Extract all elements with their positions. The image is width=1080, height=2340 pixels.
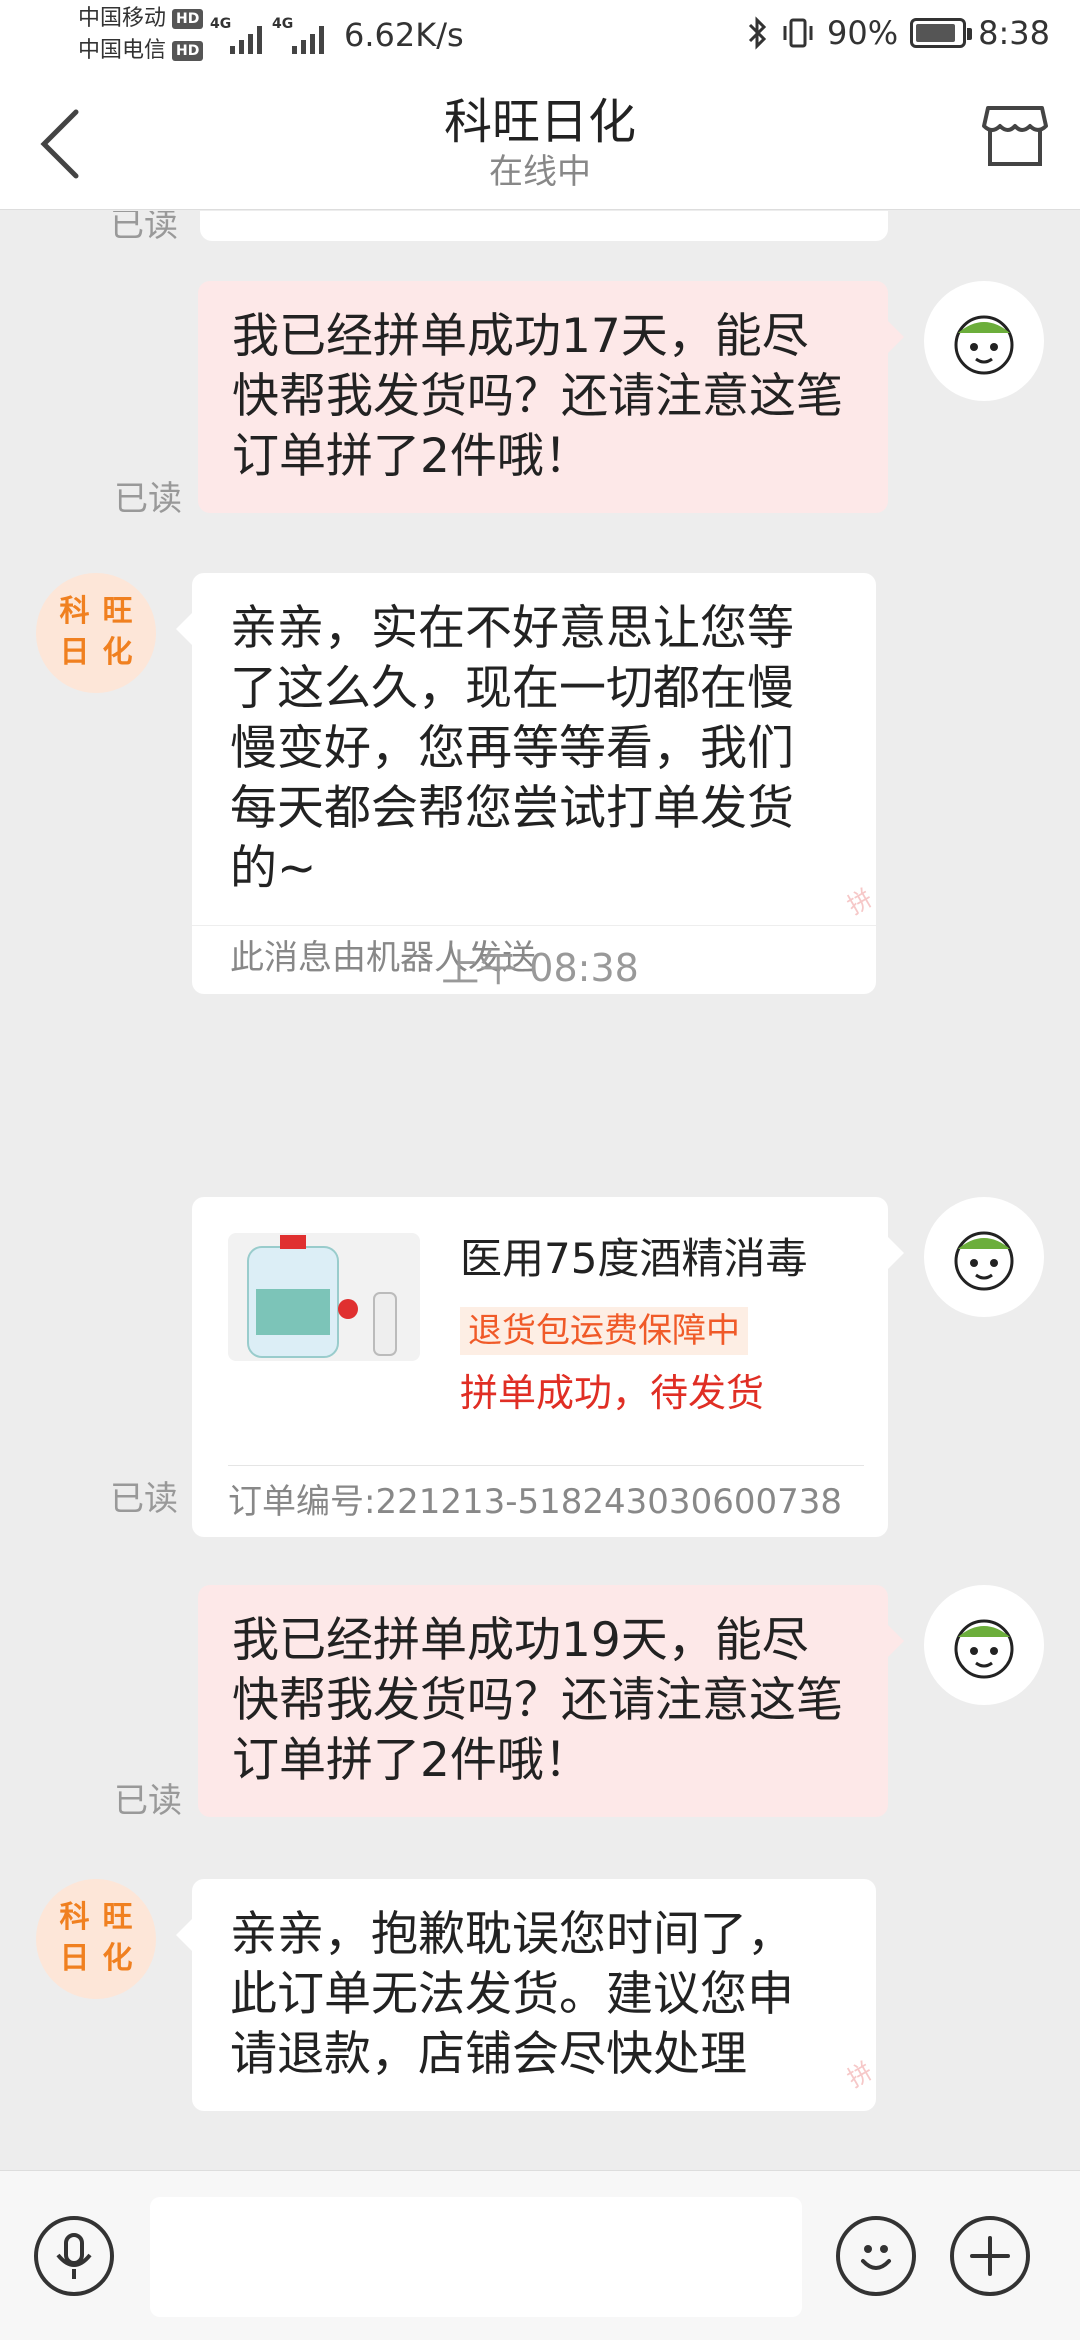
product-card[interactable]: 医用75度酒精消毒 退货包运费保障中 拼单成功，待发货 订单编号:221213-… xyxy=(192,1197,904,1537)
online-status: 在线中 xyxy=(489,152,591,192)
clock: 8:38 xyxy=(978,14,1050,52)
hd-badge: HD xyxy=(172,41,204,61)
emoji-icon[interactable] xyxy=(836,2216,916,2296)
cartoon-avatar-icon xyxy=(954,1231,1014,1291)
shop-avatar[interactable]: 科 旺 日 化 xyxy=(36,573,156,693)
avatar-char: 科 xyxy=(59,594,90,629)
message-bubble-user[interactable]: 我已经拼单成功19天，能尽快帮我发货吗？还请注意这笔订单拼了2件哦！ xyxy=(198,1585,904,1817)
chat-title: 科旺日化 xyxy=(443,94,636,150)
plus-icon[interactable] xyxy=(950,2216,1030,2296)
vibrate-icon xyxy=(783,18,813,48)
battery-icon xyxy=(910,18,973,48)
read-receipt: 已读 xyxy=(110,211,178,245)
chat-header: 科旺日化 在线中 xyxy=(0,72,1080,210)
avatar-char: 旺 xyxy=(102,1900,133,1935)
status-right: 90% 8:38 xyxy=(747,14,1050,52)
network-speed: 6.62K/s xyxy=(344,16,464,54)
bluetooth-icon xyxy=(748,16,767,50)
user-avatar[interactable] xyxy=(924,281,1044,401)
product-image xyxy=(228,1233,420,1361)
alcohol-bottle-icon xyxy=(247,1235,397,1358)
carrier-1: 中国移动 HD xyxy=(78,6,204,32)
carrier-2: 中国电信 HD xyxy=(78,38,204,64)
cartoon-avatar-icon xyxy=(954,315,1014,375)
microphone-icon[interactable] xyxy=(34,2216,114,2296)
timestamp: 上午 08:38 xyxy=(441,946,639,990)
signal-icon: 4G xyxy=(272,16,342,56)
network-type: 4G xyxy=(272,16,294,32)
battery-percent: 90% xyxy=(827,14,899,52)
message-text: 亲亲，实在不好意思让您等了这么久，现在一切都在慢慢变好，您再等等看，我们每天都会… xyxy=(230,601,794,896)
user-avatar[interactable] xyxy=(924,1585,1044,1705)
avatar-char: 化 xyxy=(102,1941,133,1976)
avatar-char: 化 xyxy=(102,635,133,670)
message-bubble-user[interactable]: 我已经拼单成功17天，能尽快帮我发货吗？还请注意这笔订单拼了2件哦！ xyxy=(198,281,904,513)
message-bubble-shop[interactable]: 亲亲，抱歉耽误您时间了，此订单无法发货。建议您申请退款，店铺会尽快处理 拼 xyxy=(176,1879,877,2111)
read-receipt: 已读 xyxy=(114,479,182,519)
avatar-char: 日 xyxy=(59,1941,90,1976)
message-bubble-shop[interactable]: 亲亲，实在不好意思让您等了这么久，现在一切都在慢慢变好，您再等等看，我们每天都会… xyxy=(176,573,877,994)
shop-avatar[interactable]: 科 旺 日 化 xyxy=(36,1879,156,1999)
message-list[interactable]: 已读 我已经拼单成功17天，能尽快帮我发货吗？还请注意这笔订单拼了2件哦！ 已读… xyxy=(0,211,1080,2170)
store-icon[interactable] xyxy=(980,100,1050,170)
cartoon-avatar-icon xyxy=(954,1619,1014,1679)
message-text: 亲亲，抱歉耽误您时间了，此订单无法发货。建议您申请退款，店铺会尽快处理 xyxy=(230,1907,794,2082)
order-status: 拼单成功，待发货 xyxy=(460,1371,765,1415)
status-bar: 中国移动 HD 中国电信 HD 4G 4G 6.62K/s 90% 8:38 xyxy=(0,0,1080,72)
carrier-2-label: 中国电信 xyxy=(78,38,167,63)
hd-badge: HD xyxy=(172,9,204,29)
avatar-char: 旺 xyxy=(102,594,133,629)
signal-icon: 4G xyxy=(210,16,280,56)
message-text: 我已经拼单成功19天，能尽快帮我发货吗？还请注意这笔订单拼了2件哦！ xyxy=(232,1613,843,1788)
user-avatar[interactable] xyxy=(924,1197,1044,1317)
order-number: 订单编号:221213-518243030600738 xyxy=(228,1465,864,1524)
network-type: 4G xyxy=(210,16,232,32)
return-shipping-badge: 退货包运费保障中 xyxy=(460,1307,748,1355)
avatar-char: 科 xyxy=(59,1900,90,1935)
read-receipt: 已读 xyxy=(110,1479,178,1519)
product-name: 医用75度酒精消毒 xyxy=(460,1234,808,1283)
avatar-char: 日 xyxy=(59,635,90,670)
carrier-1-label: 中国移动 xyxy=(78,6,167,31)
message-input[interactable] xyxy=(150,2197,802,2317)
read-receipt: 已读 xyxy=(114,1781,182,1821)
partial-message xyxy=(200,211,888,241)
input-bar xyxy=(0,2170,1080,2340)
message-text: 我已经拼单成功17天，能尽快帮我发货吗？还请注意这笔订单拼了2件哦！ xyxy=(232,309,843,484)
